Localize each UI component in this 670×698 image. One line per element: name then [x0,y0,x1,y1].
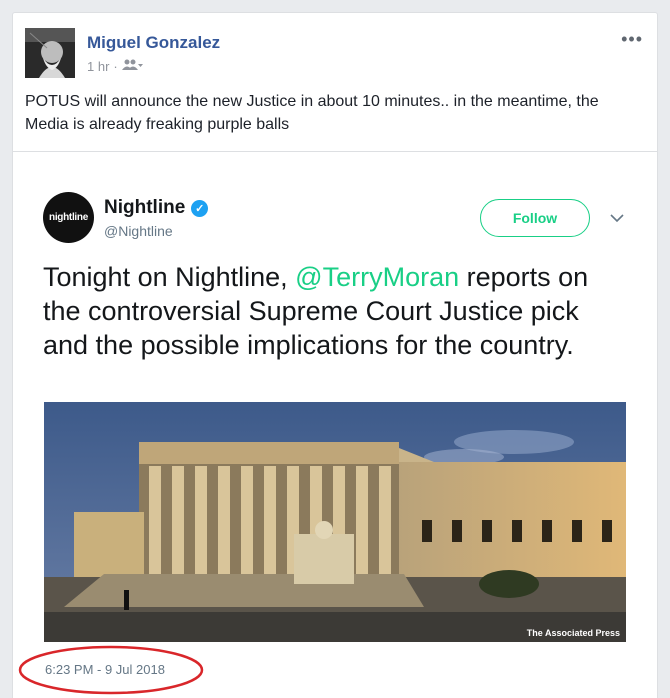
post-time[interactable]: 1 hr [87,59,109,74]
tweet-account-name[interactable]: Nightline ✓ [104,197,209,219]
photo-credit: The Associated Press [527,628,620,638]
embedded-tweet[interactable]: nightline Nightline ✓ @Nightline Follow … [13,151,657,698]
tweet-handle[interactable]: @Nightline [104,223,173,239]
friends-icon[interactable] [121,59,144,74]
chevron-down-icon[interactable] [608,210,626,226]
facebook-post: Miguel Gonzalez 1 hr · ••• POTUS will an… [12,12,658,698]
author-name[interactable]: Miguel Gonzalez [87,33,220,53]
meta-separator: · [113,59,118,74]
tweet-text-before: Tonight on Nightline, [43,262,296,292]
post-options-button[interactable]: ••• [621,29,643,50]
follow-button[interactable]: Follow [480,199,590,237]
annotation-circle [18,645,204,695]
author-avatar[interactable] [25,28,75,78]
tweet-text: Tonight on Nightline, @TerryMoran report… [43,260,618,362]
tweet-photo[interactable]: The Associated Press [44,402,626,642]
tweet-mention-link[interactable]: @TerryMoran [295,262,459,292]
post-text: POTUS will announce the new Justice in a… [25,93,599,133]
tweet-name-text: Nightline [104,197,186,218]
tweet-avatar[interactable]: nightline [43,192,94,243]
post-meta: 1 hr · [87,59,144,74]
verified-icon: ✓ [191,199,209,217]
